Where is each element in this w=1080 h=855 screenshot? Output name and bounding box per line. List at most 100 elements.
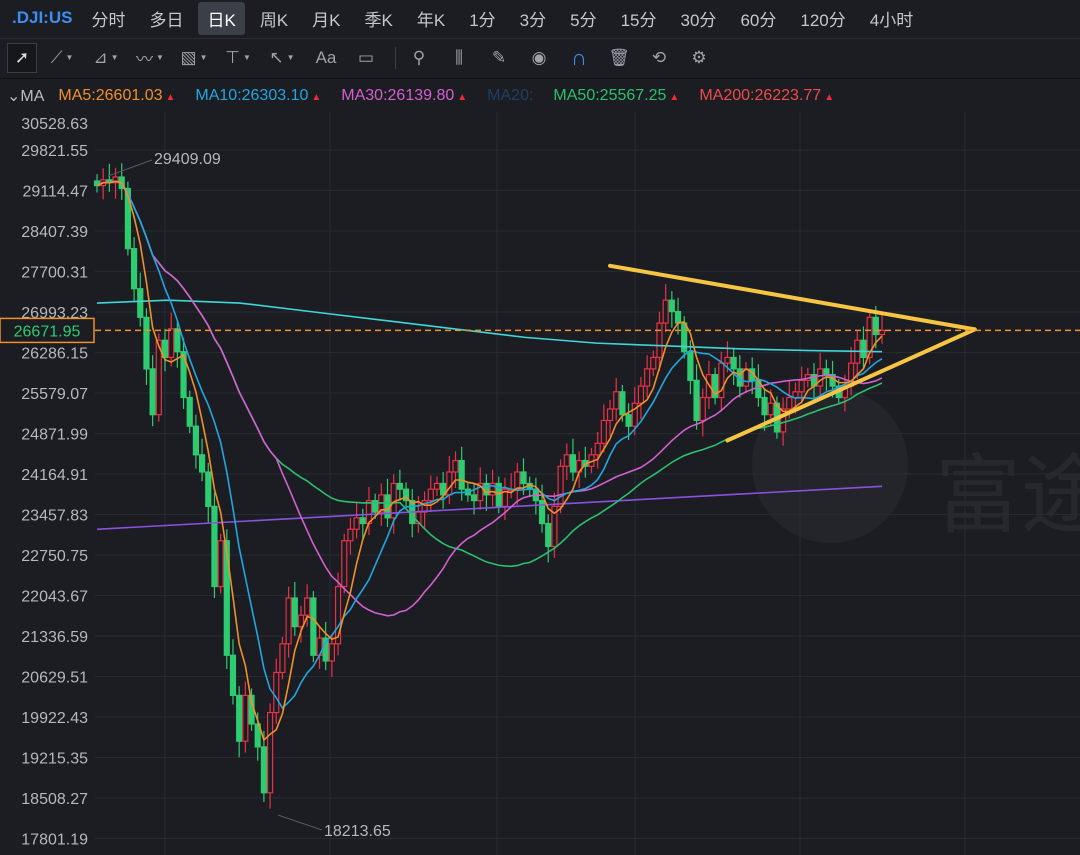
fibonacci-button[interactable]: ▧ ▼ (179, 43, 209, 73)
candlestick-chart[interactable]: 富途 30528.63 29821.55 29114.47 28407.39 27700.… (0, 112, 1080, 855)
high-leader-line (107, 159, 153, 177)
wave-button[interactable]: 〰 ▼ (135, 43, 165, 73)
up-arrow-icon: ▲ (669, 91, 680, 103)
trash-button[interactable]: 🗑 (604, 43, 634, 73)
tab-8[interactable]: 3分 (511, 2, 555, 35)
current-price-label: 26671.95 (14, 323, 81, 340)
tab-0[interactable]: 分时 (82, 2, 134, 35)
candle-down (687, 351, 694, 381)
caret-down-icon: ▼ (242, 53, 251, 62)
polyline-icon: ⊿ (93, 47, 108, 67)
y-tick-label: 24871.99 (21, 427, 88, 444)
candle-down (137, 288, 144, 318)
candle-down (260, 746, 267, 794)
pencil-button[interactable]: ✎ (484, 43, 514, 73)
eye-icon: ◉ (531, 47, 547, 67)
magnet-icon: ∩ (571, 44, 587, 70)
candle-down (149, 368, 156, 416)
sync-icon: ⟲ (651, 47, 667, 67)
candle-up (767, 402, 774, 416)
tab-7[interactable]: 1分 (460, 2, 504, 35)
tab-10[interactable]: 15分 (612, 2, 666, 35)
magnet-button[interactable]: ∩ (564, 43, 594, 73)
tab-11[interactable]: 30分 (672, 2, 726, 35)
ma-legend-item[interactable]: MA10:26303.10 ▲ (195, 87, 321, 105)
tab-14[interactable]: 4小时 (861, 2, 922, 35)
arrow-button[interactable]: ↖ ▼ (267, 43, 297, 73)
candle-down (229, 654, 237, 696)
comment-button[interactable]: ▭ (351, 43, 381, 73)
candle-up (433, 482, 441, 490)
tab-12[interactable]: 60分 (731, 2, 785, 35)
candle-down (198, 454, 206, 473)
y-tick-label: 22750.75 (21, 548, 88, 565)
candle-up (798, 379, 805, 393)
tab-9[interactable]: 5分 (561, 2, 605, 35)
candle-down (310, 597, 317, 656)
ma-legend-item[interactable]: MA200:26223.77 ▲ (699, 87, 834, 105)
ma-legend-item[interactable]: MA5:26601.03 ▲ (58, 87, 175, 105)
search-button[interactable]: ⚲ (404, 43, 434, 73)
candle-down (872, 316, 879, 336)
line-button[interactable]: ⟋ ▼ (47, 43, 77, 73)
ma-value: MA5:26601.03 (58, 86, 163, 104)
tab-2[interactable]: 日K (198, 1, 245, 35)
candle-up (266, 711, 274, 794)
candle-up (637, 385, 645, 404)
symbol-label[interactable]: .DJI:US (12, 8, 72, 28)
candle-up (285, 597, 292, 645)
text-button[interactable]: Aa (311, 43, 341, 73)
sync-button[interactable]: ⟲ (644, 43, 674, 73)
arrow-icon: ↖ (269, 47, 284, 67)
level-button[interactable]: ⊤ ▼ (223, 43, 253, 73)
tab-1[interactable]: 多日 (140, 2, 192, 35)
fibonacci-icon: ▧ (180, 47, 197, 67)
candle-up (514, 471, 521, 490)
ma-legend-item[interactable]: MA50:25567.25 ▲ (553, 87, 679, 105)
polyline-button[interactable]: ⊿ ▼ (91, 43, 121, 73)
y-tick-label: 19215.35 (21, 751, 88, 768)
low-price-label: 18213.65 (324, 823, 391, 840)
ma-toggle[interactable]: ⌄MA (7, 86, 44, 106)
candle-up (817, 368, 824, 387)
candle-down (458, 459, 465, 490)
up-arrow-icon: ▲ (457, 91, 468, 103)
candle-down (569, 454, 577, 473)
candle-up (347, 528, 354, 542)
candle-up (341, 540, 348, 588)
y-tick-label: 29821.55 (21, 143, 88, 160)
indicator-button[interactable]: ⫼ (444, 43, 474, 73)
gear-button[interactable]: ⚙ (684, 43, 714, 73)
candle-up (600, 419, 607, 444)
eye-button[interactable]: ◉ (524, 43, 554, 73)
drawing-toolbar: ➚ ⟋ ▼ ⊿ ▼ 〰 ▼ ▧ ▼ ⊤ ▼ ↖ ▼ Aa ▭ ⚲ ⫼ ✎ ◉ ∩ 🗑 ⟲ ⚙ (0, 38, 1080, 76)
y-tick-label: 19922.43 (21, 710, 88, 727)
candle-up (613, 391, 620, 410)
ma-value: MA20: (487, 86, 534, 104)
watermark-text: 富途 (935, 448, 1080, 544)
caret-down-icon: ▼ (65, 53, 74, 62)
tab-5[interactable]: 季K (356, 2, 402, 35)
tab-4[interactable]: 月K (303, 2, 349, 35)
candle-up (217, 540, 224, 588)
tab-13[interactable]: 120分 (791, 2, 854, 35)
wave-icon: 〰 (136, 50, 154, 69)
ma-legend-item[interactable]: MA30:26139.80 ▲ (341, 87, 467, 105)
y-tick-label: 27700.31 (21, 265, 88, 282)
y-tick-label: 29114.47 (22, 184, 88, 201)
candle-down (211, 505, 218, 588)
gear-icon: ⚙ (691, 47, 707, 67)
tab-3[interactable]: 周K (251, 2, 297, 35)
cursor-button[interactable]: ➚ (7, 42, 37, 73)
y-tick-label: 23457.83 (21, 508, 88, 525)
ma-legend-item[interactable]: MA20: (487, 87, 533, 105)
candle-up (242, 694, 249, 742)
tab-6[interactable]: 年K (408, 2, 454, 35)
candle-down (236, 694, 243, 742)
candle-down (186, 396, 193, 427)
candle-up (724, 356, 731, 364)
cursor-icon: ➚ (14, 47, 30, 67)
low-leader-line (277, 814, 323, 831)
candle-up (656, 322, 663, 359)
candle-up (644, 368, 651, 387)
